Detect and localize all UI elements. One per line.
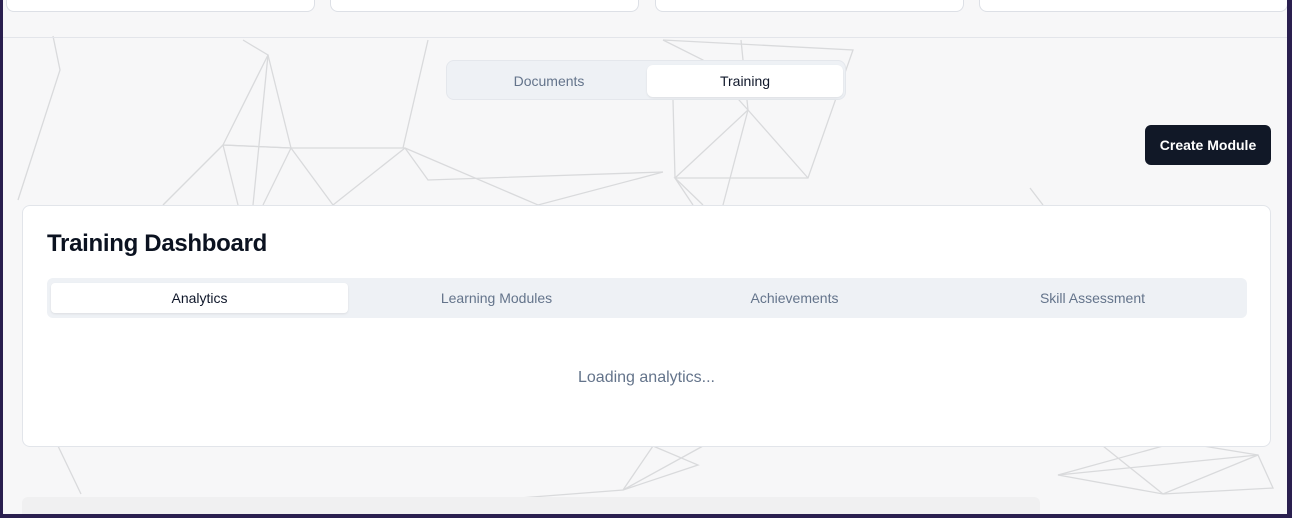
tab-learning-modules[interactable]: Learning Modules — [348, 283, 645, 313]
stat-card — [655, 0, 964, 12]
tab-analytics[interactable]: Analytics — [51, 283, 348, 313]
training-dashboard-card: Training Dashboard Analytics Learning Mo… — [22, 205, 1271, 447]
loading-message: Loading analytics... — [578, 369, 715, 386]
dashboard-title: Training Dashboard — [47, 230, 267, 257]
tab-documents[interactable]: Documents — [451, 65, 647, 97]
tab-training[interactable]: Training — [647, 65, 843, 97]
tab-achievements[interactable]: Achievements — [646, 283, 943, 313]
next-section-card — [22, 497, 1040, 514]
top-stat-cards — [3, 0, 1287, 38]
dashboard-tabs: Analytics Learning Modules Achievements … — [47, 278, 1247, 318]
create-module-button[interactable]: Create Module — [1145, 125, 1271, 165]
stat-card — [979, 0, 1287, 12]
view-switcher: Documents Training — [446, 60, 846, 100]
stat-card — [6, 0, 315, 12]
app-window: Documents Training Create Module Trainin… — [3, 0, 1287, 514]
tab-skill-assessment[interactable]: Skill Assessment — [944, 283, 1241, 313]
stat-card — [330, 0, 639, 12]
